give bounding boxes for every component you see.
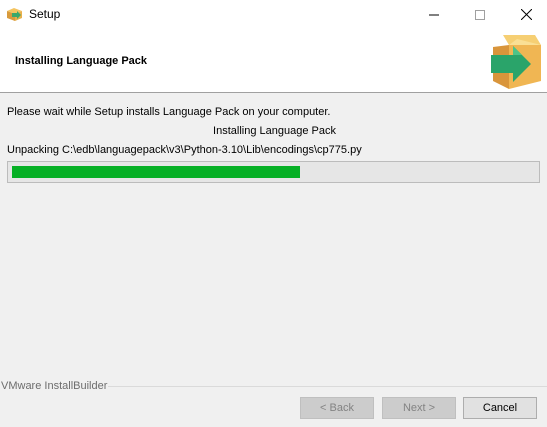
minimize-button[interactable] <box>411 0 457 29</box>
cancel-button[interactable]: Cancel <box>463 397 537 419</box>
status-title: Installing Language Pack <box>213 125 336 137</box>
next-button[interactable]: Next > <box>382 397 456 419</box>
progress-bar <box>7 161 540 183</box>
close-button[interactable] <box>503 0 547 29</box>
maximize-button[interactable] <box>457 0 503 29</box>
page-title: Installing Language Pack <box>15 55 148 67</box>
title-bar: Setup <box>0 0 547 29</box>
window-title: Setup <box>29 7 61 21</box>
minimize-icon <box>429 14 439 15</box>
back-button[interactable]: < Back <box>300 397 374 419</box>
progress-fill <box>12 166 300 178</box>
header-panel: Installing Language Pack <box>0 29 547 93</box>
close-icon <box>520 9 532 20</box>
wait-message: Please wait while Setup installs Languag… <box>7 106 331 118</box>
installer-box-icon <box>7 8 22 21</box>
unpacking-text: Unpacking C:\edb\languagepack\v3\Python-… <box>7 144 362 156</box>
maximize-icon <box>475 9 485 20</box>
installer-box-arrow-icon <box>491 35 541 89</box>
footer-brand: VMware InstallBuilder <box>1 380 108 392</box>
footer-divider <box>108 386 547 387</box>
